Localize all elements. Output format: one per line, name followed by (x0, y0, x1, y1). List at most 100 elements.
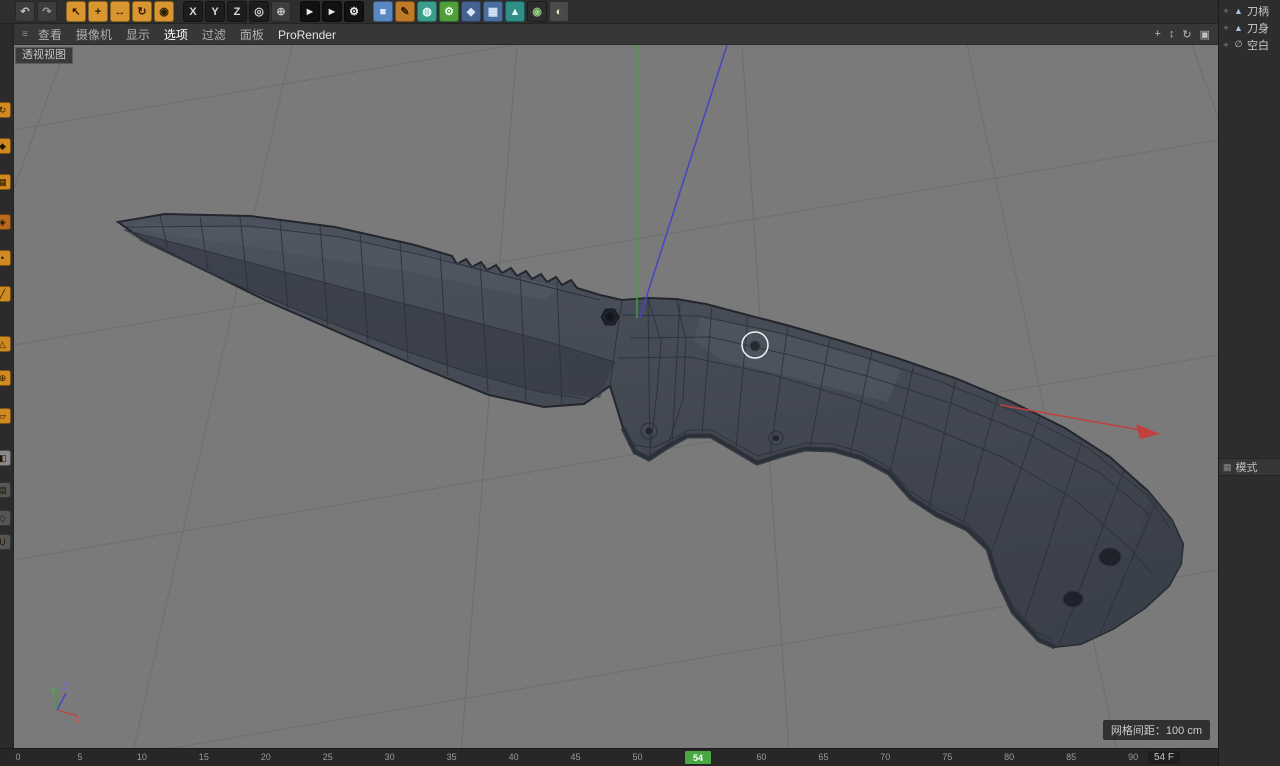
rotate-tool-icon[interactable]: ↻ (132, 1, 152, 22)
menu-options[interactable]: 选项 (164, 28, 188, 42)
render-settings-icon[interactable]: ⚙ (344, 1, 364, 22)
mesh-object-icon: ▲ (1234, 22, 1243, 33)
live-selection-icon[interactable]: ↖ (66, 1, 86, 22)
panel-grid-icon[interactable]: ≡ (22, 29, 28, 40)
menu-filter[interactable]: 过滤 (202, 28, 226, 42)
current-frame-field[interactable]: 54 F (1148, 751, 1181, 764)
viewport-name-label[interactable]: 透视视图 (15, 47, 73, 64)
lock-x-axis-icon[interactable]: X (183, 1, 203, 22)
expand-icon[interactable]: + (1222, 40, 1230, 50)
timeline-tick-15: 15 (198, 752, 209, 762)
snap-icon[interactable]: ◧ (0, 450, 11, 466)
redo-icon[interactable]: ↷ (37, 1, 57, 22)
timeline-tick-50: 50 (632, 752, 643, 762)
mode-grid-icon: ▦ (1223, 461, 1232, 472)
mesh-object-icon: ▲ (1234, 5, 1243, 16)
null-object-icon: ∅ (1234, 39, 1243, 49)
lock-workplane-icon[interactable]: ▤ (0, 482, 11, 498)
array-mograph-icon[interactable]: ▦ (483, 1, 503, 22)
menu-view[interactable]: 查看 (38, 28, 62, 42)
object-item-空白[interactable]: + ∅ 空白 (1219, 36, 1280, 53)
timeline-tick-30: 30 (384, 752, 395, 762)
timeline-tick-90: 90 (1128, 752, 1139, 762)
menu-camera[interactable]: 摄像机 (76, 28, 112, 42)
camera-icon[interactable]: ◉ (527, 1, 547, 22)
timeline-tick-80: 80 (1004, 752, 1015, 762)
edges-mode-icon[interactable]: ╱ (0, 286, 11, 302)
move-tool-icon[interactable]: + (88, 1, 108, 22)
timeline-tick-60: 60 (756, 752, 767, 762)
last-tool-icon[interactable]: ◉ (154, 1, 174, 22)
scale-tool-icon[interactable]: ↔ (110, 1, 130, 22)
timeline-ruler[interactable]: 54 F 05101520253035404550556065707580859… (0, 748, 1218, 766)
z-axis-line[interactable] (639, 45, 728, 318)
left-palette: ↻ ◆ ▦ ◈ • ╱ △ ⊕ ▱ ◧ ▤ ◇ U (0, 24, 14, 748)
knife-model[interactable] (115, 212, 1185, 650)
object-item-刀身[interactable]: + ▲ 刀身 (1219, 19, 1280, 36)
dolly-view-icon[interactable]: ↕ (1169, 28, 1175, 41)
object-manager: + ▲ 刀柄 + ▲ 刀身 + ∅ 空白 (1219, 0, 1280, 53)
simulate-icon[interactable]: ⚙ (439, 1, 459, 22)
menu-panel[interactable]: 面板 (240, 28, 264, 42)
workplane-mode-icon[interactable]: ◈ (0, 214, 11, 230)
spline-pen-icon[interactable]: ✎ (395, 1, 415, 22)
viewport-canvas[interactable]: Y Z X (14, 45, 1218, 748)
timeline-tick-10: 10 (136, 752, 147, 762)
texture-mode-icon[interactable]: ▦ (0, 174, 11, 190)
render-view-icon[interactable]: ► (300, 1, 320, 22)
timeline-tick-0: 0 (15, 752, 21, 762)
toggle-panel-icon[interactable]: ▣ (1200, 28, 1210, 41)
viewport-nav-icons: + ↕ ↻ ▣ (1154, 28, 1210, 41)
rotate-view-icon[interactable]: ↻ (1182, 28, 1191, 41)
object-item-刀柄[interactable]: + ▲ 刀柄 (1219, 2, 1280, 19)
field-icon[interactable]: ▲ (505, 1, 525, 22)
mode-panel-header[interactable]: ▦ 模式 (1219, 458, 1280, 476)
axis-gizmo: Y Z X (50, 681, 80, 725)
right-panel: + ▲ 刀柄 + ▲ 刀身 + ∅ 空白 ▦ 模式 (1218, 0, 1280, 766)
timeline-tick-40: 40 (508, 752, 519, 762)
subdivision-surface-icon[interactable]: ◍ (417, 1, 437, 22)
timeline-tick-75: 75 (942, 752, 953, 762)
lock-y-axis-icon[interactable]: Y (205, 1, 225, 22)
viewport-solo-icon[interactable]: ▱ (0, 408, 11, 424)
expand-icon[interactable]: + (1222, 23, 1230, 33)
quantize-icon[interactable]: ◇ (0, 510, 11, 526)
object-label[interactable]: 刀柄 (1247, 3, 1269, 19)
polygons-mode-icon[interactable]: △ (0, 336, 11, 352)
pan-view-icon[interactable]: + (1154, 28, 1160, 41)
timeline-tick-65: 65 (818, 752, 829, 762)
perspective-viewport[interactable]: Y Z X 透视视图 网格间距：100 cm (14, 45, 1218, 748)
model-mode-icon[interactable]: ◆ (0, 138, 11, 154)
timeline-tick-25: 25 (322, 752, 333, 762)
gizmo-z-label: Z (62, 681, 68, 691)
timeline-current-frame-marker[interactable]: 54 (685, 751, 712, 764)
make-editable-icon[interactable]: ↻ (0, 102, 11, 118)
magnet-icon[interactable]: U (0, 534, 11, 550)
timeline-tick-45: 45 (570, 752, 581, 762)
timeline-tick-20: 20 (260, 752, 271, 762)
object-label[interactable]: 刀身 (1247, 20, 1269, 36)
lock-z-axis-icon[interactable]: Z (227, 1, 247, 22)
gizmo-x-label: X (74, 715, 80, 725)
timeline-tick-85: 85 (1066, 752, 1077, 762)
volume-icon[interactable]: ◆ (461, 1, 481, 22)
viewport-menubar-items: 查看 摄像机 显示 选项 过滤 面板 ProRender (38, 26, 350, 43)
gizmo-y-label: Y (50, 686, 56, 696)
light-icon[interactable]: ◐ (549, 1, 569, 22)
add-primitive-cube-icon[interactable]: ■ (373, 1, 393, 22)
viewport-menubar: ≡ 查看 摄像机 显示 选项 过滤 面板 ProRender + ↕ ↻ ▣ (14, 24, 1218, 45)
expand-icon[interactable]: + (1222, 6, 1230, 16)
coordinate-system-icon[interactable]: ◎ (249, 1, 269, 22)
mode-label: 模式 (1235, 462, 1258, 474)
enable-axis-icon[interactable]: ⊕ (0, 370, 11, 386)
workplane-snap-icon[interactable]: ⊕ (271, 1, 291, 22)
object-label[interactable]: 空白 (1247, 37, 1269, 53)
timeline-tick-70: 70 (880, 752, 891, 762)
timeline-tick-5: 5 (77, 752, 83, 762)
points-mode-icon[interactable]: • (0, 250, 11, 266)
render-picture-viewer-icon[interactable]: ► (322, 1, 342, 22)
undo-icon[interactable]: ↶ (15, 1, 35, 22)
grid-spacing-info: 网格间距：100 cm (1102, 720, 1210, 740)
menu-display[interactable]: 显示 (126, 28, 150, 42)
menu-prorender[interactable]: ProRender (278, 28, 336, 42)
